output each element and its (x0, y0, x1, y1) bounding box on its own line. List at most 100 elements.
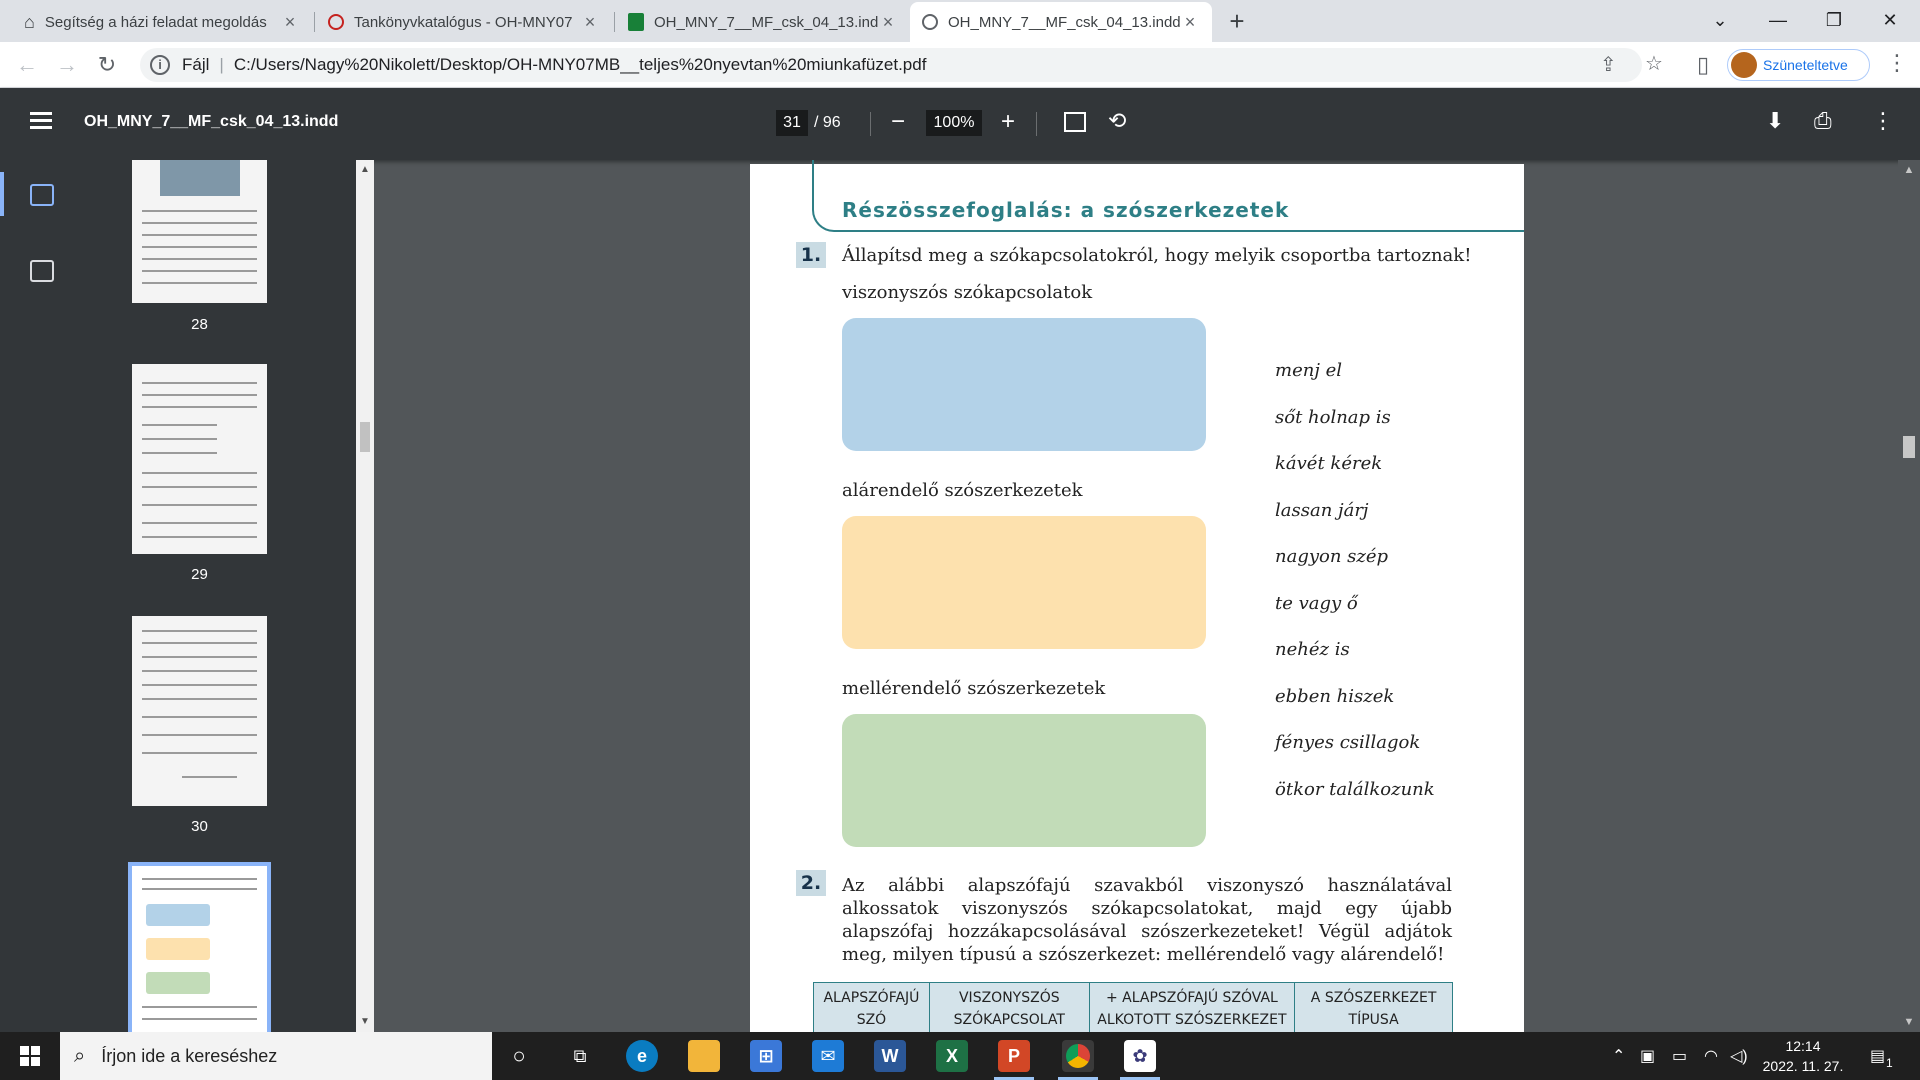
volume-icon[interactable]: ◁) (1730, 1046, 1748, 1066)
download-icon[interactable]: ⬇ (1766, 108, 1784, 134)
sidebar-scroll-thumb[interactable] (360, 422, 370, 452)
catalog-icon (328, 14, 344, 30)
zoom-out-button[interactable]: − (886, 108, 910, 136)
notification-icon[interactable]: ▤ (1870, 1046, 1885, 1066)
task-view-icon[interactable]: ⧉ (564, 1040, 596, 1072)
app-pinned-icon[interactable]: ✿ (1124, 1040, 1156, 1072)
task-instruction: Állapítsd meg a szókapcsolatokról, hogy … (842, 245, 1472, 266)
tab-homework-help[interactable]: ⌂ Segítség a házi feladat megoldás × (12, 2, 312, 42)
tab-search-button[interactable]: ⌄ (1692, 0, 1748, 40)
wifi-icon[interactable]: ◠ (1704, 1046, 1718, 1066)
mail-icon[interactable]: ✉ (812, 1040, 844, 1072)
phrase-item: sőt holnap is (1275, 407, 1391, 428)
page-scroll-thumb[interactable] (1903, 436, 1915, 458)
phrase-item: kávét kérek (1275, 453, 1383, 474)
word-icon[interactable]: W (874, 1040, 906, 1072)
tab-pdf-active[interactable]: OH_MNY_7__MF_csk_04_13.indd × (910, 2, 1212, 42)
side-panel-icon[interactable]: ▯ (1688, 50, 1718, 80)
windows-taskbar: ⌕ Írjon ide a kereséshez ○ ⧉ e ⊞ ✉ W X P… (0, 1032, 1920, 1080)
info-icon[interactable]: i (150, 55, 170, 75)
windows-start-icon[interactable] (20, 1046, 40, 1066)
address-bar[interactable]: i Fájl | C:/Users/Nagy%20Nikolett/Deskto… (140, 48, 1663, 82)
toolbar-separator (1036, 112, 1037, 136)
chrome-icon[interactable] (1062, 1040, 1094, 1072)
powerpoint-icon[interactable]: P (998, 1040, 1030, 1072)
zoom-in-button[interactable]: + (996, 108, 1020, 136)
close-window-button[interactable]: ✕ (1862, 0, 1918, 40)
page-thumbnail-29[interactable] (132, 364, 267, 554)
tab-separator (614, 12, 615, 32)
phrase-item: fényes csillagok (1275, 732, 1421, 753)
more-options-icon[interactable]: ⋮ (1872, 108, 1894, 134)
close-icon[interactable]: × (580, 12, 600, 33)
sidebar-scrollbar[interactable]: ▲ ▼ (356, 160, 374, 1032)
restore-button[interactable]: ❐ (1806, 0, 1862, 40)
reload-button[interactable]: ↻ (92, 50, 122, 80)
close-icon[interactable]: × (280, 12, 300, 33)
close-icon[interactable]: × (1180, 12, 1200, 33)
answer-box-mellerendelo[interactable] (842, 714, 1206, 847)
meet-icon[interactable]: ▣ (1640, 1046, 1655, 1066)
phrase-item: ötkor találkozunk (1275, 779, 1435, 800)
forward-button[interactable]: → (52, 50, 82, 80)
share-icon[interactable]: ⇪ (1600, 52, 1617, 77)
taskbar-search[interactable]: ⌕ Írjon ide a kereséshez (60, 1032, 492, 1080)
table-header-cell: + ALAPSZÓFAJÚ SZÓVAL ALKOTOTT SZÓSZERKEZ… (1088, 982, 1296, 1036)
page-scrollbar[interactable]: ▲ ▼ (1898, 160, 1920, 1032)
sidebar-rail (0, 160, 84, 1032)
thumbnail-label: 29 (191, 566, 208, 583)
thumbnails-view-icon[interactable] (30, 184, 54, 206)
fit-to-page-icon[interactable] (1064, 112, 1086, 132)
excel-icon[interactable]: X (936, 1040, 968, 1072)
page-total: / 96 (814, 114, 841, 131)
scroll-down-arrow[interactable]: ▼ (1898, 1016, 1920, 1028)
scroll-down-arrow[interactable]: ▼ (360, 1016, 370, 1027)
answer-box-alarendelo[interactable] (842, 516, 1206, 649)
zoom-level-input[interactable]: 100% (926, 110, 982, 136)
page-thumbnail-30[interactable] (132, 616, 267, 806)
close-icon[interactable]: × (878, 12, 898, 33)
new-tab-button[interactable]: + (1222, 6, 1252, 36)
back-button[interactable]: ← (12, 50, 42, 80)
page-number-input[interactable]: 31 (776, 110, 808, 136)
pdf-page: Részösszefoglalás: a szószerkezetek 1. Á… (750, 160, 1524, 1036)
tab-textbook-catalog[interactable]: Tankönyvkatalógus - OH-MNY07 × (316, 2, 612, 42)
thumbnail-photo (160, 160, 240, 196)
thumbnail-box-orange (146, 938, 210, 960)
answer-box-viszonyszos[interactable] (842, 318, 1206, 451)
thumbnail-label: 30 (191, 818, 208, 835)
file-explorer-icon[interactable] (688, 1040, 720, 1072)
store-icon[interactable]: ⊞ (750, 1040, 782, 1072)
minimize-button[interactable]: — (1750, 0, 1806, 40)
task-table: ALAPSZÓFAJÚ SZÓ VISZONYSZÓS SZÓKAPCSOLAT… (813, 982, 1453, 1036)
edge-icon[interactable]: e (626, 1040, 658, 1072)
menu-icon[interactable] (30, 112, 52, 130)
scroll-up-arrow[interactable]: ▲ (1898, 164, 1920, 176)
chevron-up-icon[interactable]: ⌃ (1612, 1046, 1625, 1066)
pdf-toolbar: OH_MNY_7__MF_csk_04_13.indd 31 / 96 − 10… (0, 88, 1920, 160)
page-thumbnail-28[interactable] (132, 160, 267, 303)
phrase-item: nagyon szép (1275, 546, 1389, 567)
taskbar-clock[interactable]: 12:14 2022. 11. 27. (1758, 1036, 1848, 1076)
star-icon[interactable]: ☆ (1645, 51, 1663, 76)
rotate-icon[interactable]: ⟲ (1108, 108, 1126, 134)
print-icon[interactable]: ⎙ (1814, 108, 1832, 134)
document-title: OH_MNY_7__MF_csk_04_13.indd (84, 113, 339, 130)
task-number: 2. (796, 870, 826, 896)
active-indicator (0, 172, 4, 216)
phrase-item: nehéz is (1275, 639, 1350, 660)
browser-toolbar: ← → ↻ i Fájl | C:/Users/Nagy%20Nikolett/… (0, 42, 1920, 88)
tab-strip: ⌂ Segítség a házi feladat megoldás × Tan… (0, 0, 1920, 42)
page-thumbnail-31[interactable] (128, 862, 271, 1036)
cortana-icon[interactable]: ○ (503, 1040, 535, 1072)
tab-sheets-document[interactable]: OH_MNY_7__MF_csk_04_13.indd × (616, 2, 910, 42)
address-divider: | (219, 55, 224, 74)
task-instruction: Az alábbi alapszófajú szavakból viszonys… (842, 875, 1452, 965)
outline-view-icon[interactable] (30, 260, 54, 282)
table-header-cell: A SZÓSZERKEZET TÍPUSA (1294, 982, 1453, 1036)
chrome-menu-icon[interactable]: ⋮ (1886, 50, 1908, 76)
battery-icon[interactable]: ▭ (1672, 1046, 1687, 1066)
scroll-up-arrow[interactable]: ▲ (360, 164, 370, 175)
thumbnail-box-blue (146, 904, 210, 926)
profile-button[interactable]: Szüneteltetve (1727, 49, 1870, 81)
